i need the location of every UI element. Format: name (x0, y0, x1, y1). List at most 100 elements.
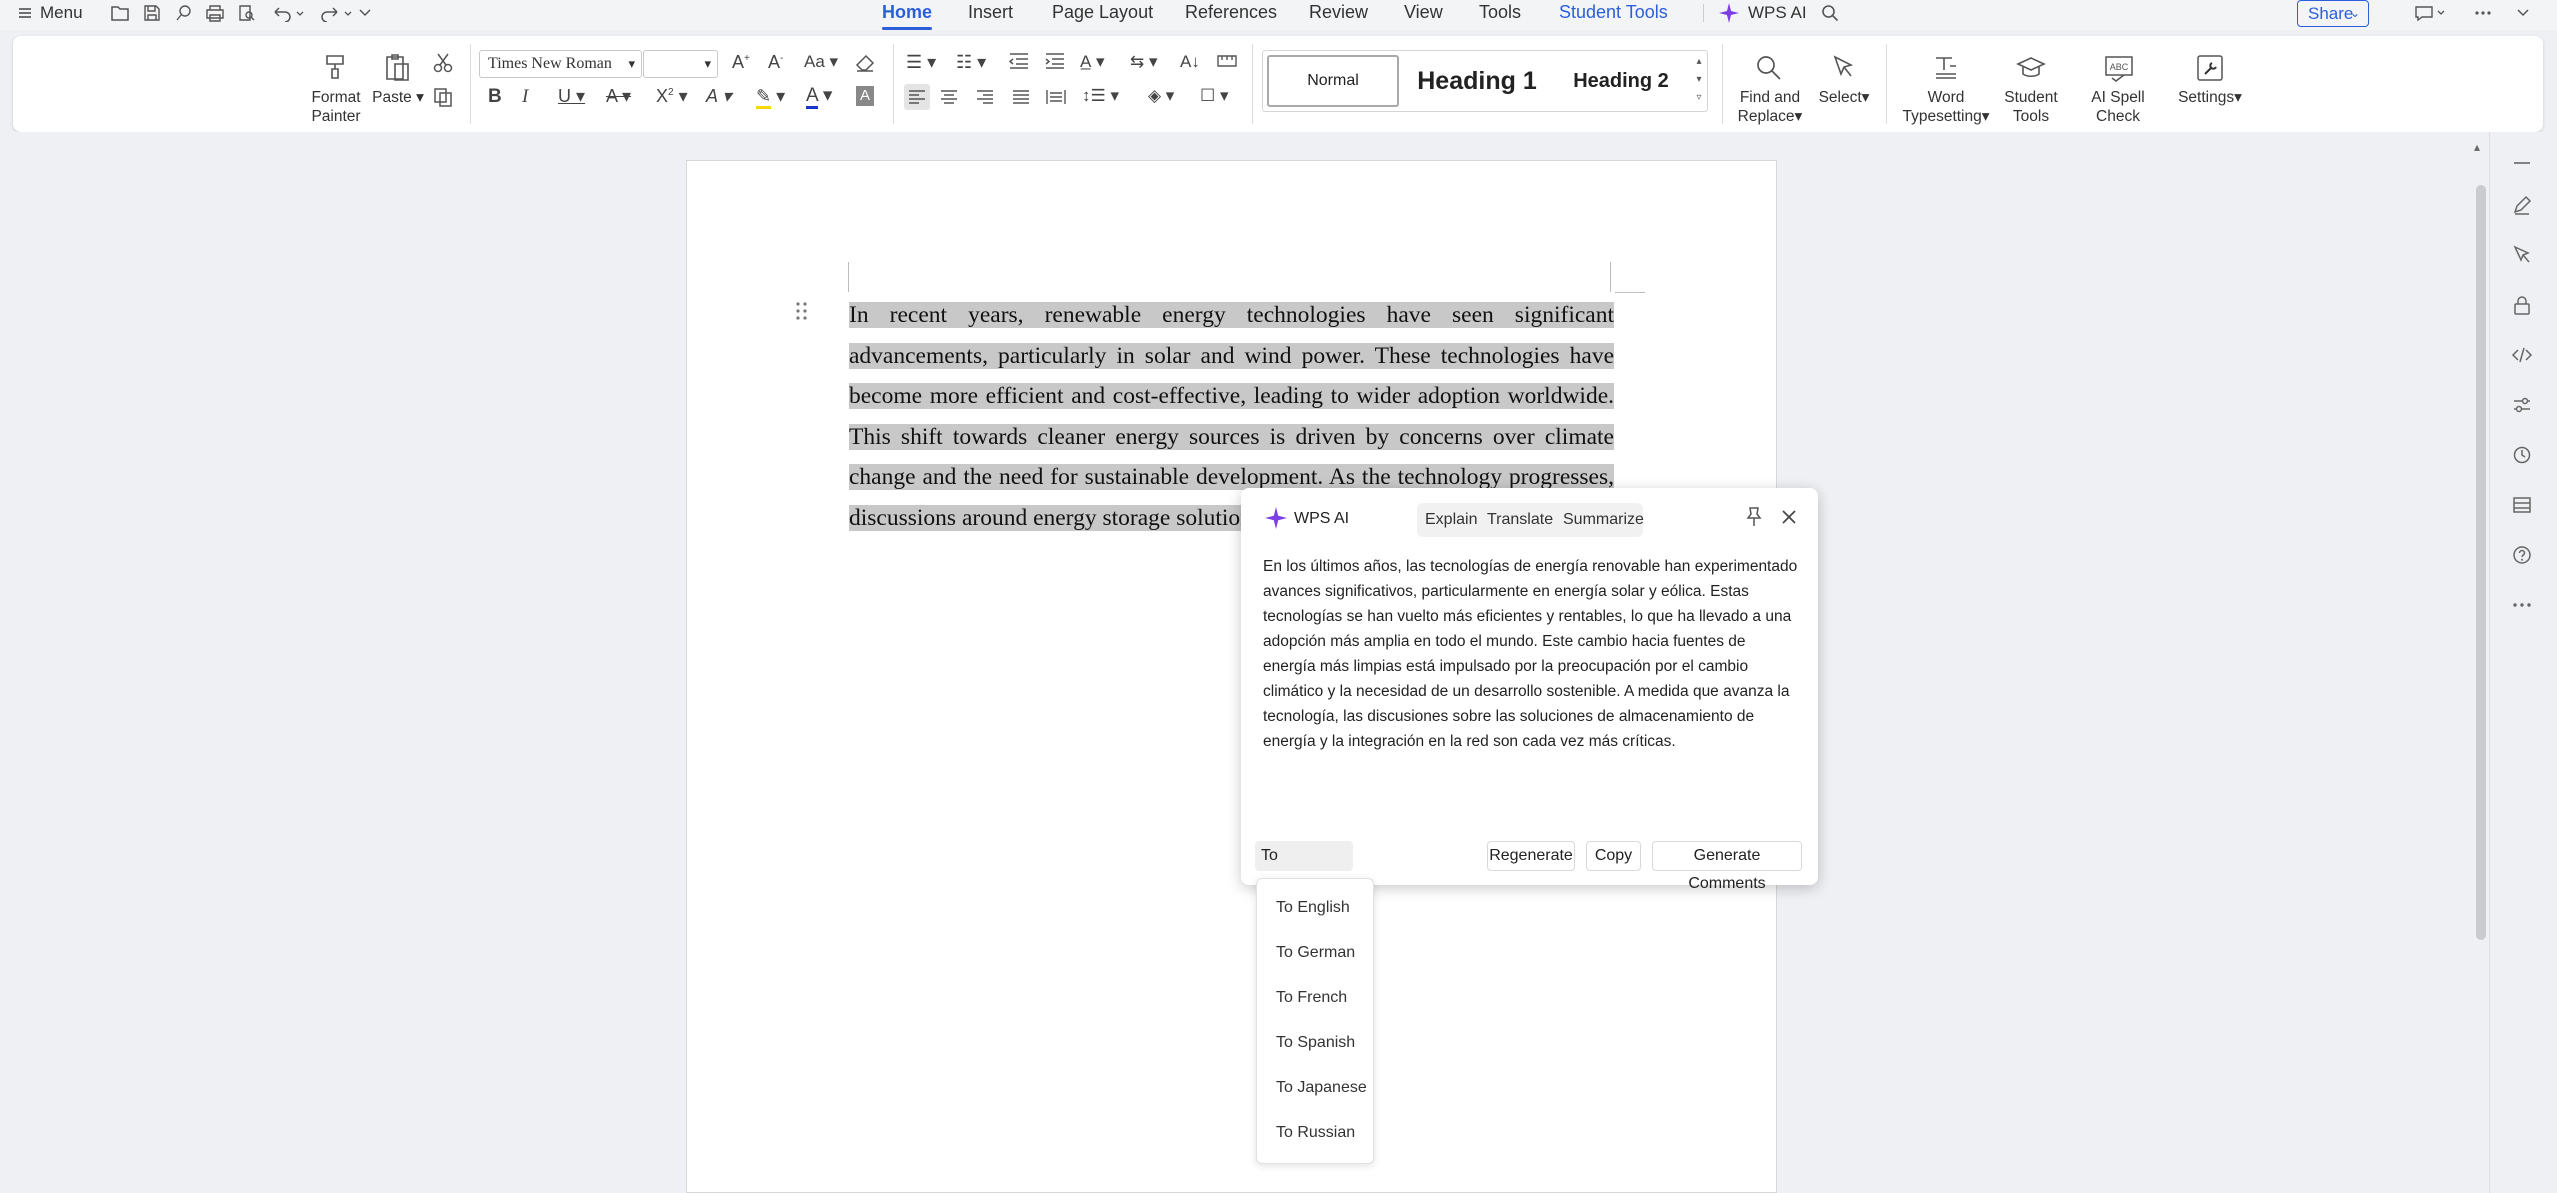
tab-tools[interactable]: Tools (1479, 0, 1521, 30)
collapse-panel-icon[interactable] (2507, 148, 2537, 178)
format-painter-icon (326, 55, 344, 79)
ai-spell-check-button[interactable]: ABC AI Spell Check (2068, 52, 2168, 125)
help-icon[interactable] (2507, 540, 2537, 570)
more-options-icon[interactable] (2468, 0, 2498, 26)
history-icon[interactable] (2507, 440, 2537, 470)
lock-icon[interactable] (2507, 290, 2537, 320)
find-replace-button[interactable]: Find and Replace▾ (1735, 52, 1805, 128)
tab-translate[interactable]: Translate (1481, 505, 1559, 535)
language-option-japanese[interactable]: To Japanese (1276, 1074, 1367, 1102)
styles-scroll-icon[interactable]: ▴ ▾ ▿ (1693, 53, 1705, 107)
borders-icon[interactable]: ☐ ▾ (1200, 86, 1229, 106)
find-replace-label-1: Find and (1739, 89, 1801, 106)
sort-icon[interactable]: A↓ (1180, 52, 1200, 72)
justify-icon[interactable] (1012, 88, 1030, 106)
save-icon[interactable] (137, 0, 167, 26)
decrease-indent-icon[interactable] (1008, 52, 1030, 70)
tab-home[interactable]: Home (882, 0, 933, 30)
align-center-icon[interactable] (940, 88, 958, 106)
tab-insert[interactable]: Insert (968, 0, 1013, 30)
paste-button[interactable]: Paste ▾ (372, 52, 424, 108)
tab-references[interactable]: References (1185, 0, 1277, 30)
comment-icon[interactable] (2410, 0, 2450, 26)
close-icon[interactable] (1779, 507, 1799, 527)
font-name-select[interactable]: Times New Roman ▾ (479, 50, 642, 78)
font-size-select[interactable]: ▾ (643, 50, 718, 78)
language-option-english[interactable]: To English (1276, 894, 1350, 922)
style-normal[interactable]: Normal (1267, 55, 1399, 107)
settings-button[interactable]: Settings▾ (2170, 52, 2250, 108)
language-option-german[interactable]: To German (1276, 939, 1355, 967)
regenerate-button[interactable]: Regenerate (1487, 841, 1575, 871)
align-left-icon[interactable] (904, 84, 930, 110)
print-icon[interactable] (200, 0, 230, 26)
line-spacing-icon[interactable]: ↕☰ ▾ (1082, 86, 1119, 106)
superscript-icon[interactable]: X2 ▾ (656, 86, 688, 107)
decrease-font-size-icon[interactable]: A- (768, 52, 783, 73)
style-heading-1[interactable]: Heading 1 (1409, 55, 1545, 107)
format-painter-button[interactable]: Format Painter (306, 52, 366, 128)
language-option-french[interactable]: To French (1276, 984, 1347, 1012)
tab-review[interactable]: Review (1309, 0, 1368, 30)
line-spacing-sort-icon[interactable]: ⇆ ▾ (1130, 52, 1158, 72)
styles-gallery: Normal Heading 1 Heading 2 ▴ ▾ ▿ (1262, 50, 1708, 112)
generate-comments-button[interactable]: Generate Comments (1652, 841, 1802, 892)
numbering-icon[interactable]: ☷ ▾ (956, 52, 986, 73)
minimize-ribbon-icon[interactable] (2508, 0, 2538, 26)
cut-icon[interactable] (432, 52, 454, 74)
select-button[interactable]: Select▾ (1813, 52, 1875, 108)
increase-font-size-icon[interactable]: A+ (732, 52, 750, 73)
bold-icon[interactable]: B (488, 86, 502, 108)
code-icon[interactable] (2507, 340, 2537, 370)
italic-icon[interactable]: I (522, 86, 528, 108)
text-effects-icon[interactable]: A ▾ (706, 86, 731, 107)
strikethrough-icon[interactable]: A ▾ (606, 86, 631, 107)
share-button[interactable]: Share ⌄ (2297, 0, 2369, 27)
scroll-up-icon[interactable]: ▴ (2474, 140, 2480, 154)
tab-student-tools[interactable]: Student Tools (1559, 0, 1668, 30)
select-pointer-icon[interactable] (2507, 240, 2537, 270)
more-icon[interactable] (2507, 590, 2537, 620)
clear-formatting-icon[interactable] (854, 52, 876, 74)
wps-ai-panel-title: WPS AI (1294, 510, 1350, 527)
change-case-icon[interactable]: Aa ▾ (804, 52, 838, 72)
student-tools-button[interactable]: Student Tools (1996, 52, 2066, 128)
adjust-sliders-icon[interactable] (2507, 390, 2537, 420)
search-icon[interactable] (1815, 0, 1845, 26)
tab-explain[interactable]: Explain (1419, 505, 1483, 535)
title-menu-bar: Menu Home Insert Page Layout References … (0, 0, 2557, 30)
tab-page-layout[interactable]: Page Layout (1052, 0, 1153, 30)
show-hide-marks-icon[interactable] (1216, 52, 1238, 70)
font-color-icon[interactable]: A ▾ (806, 84, 832, 109)
print-preview-icon[interactable] (232, 0, 262, 26)
navigation-icon[interactable] (2507, 490, 2537, 520)
language-option-russian[interactable]: To Russian (1276, 1119, 1355, 1147)
text-direction-icon[interactable]: A̲ ▾ (1080, 52, 1105, 72)
tab-view[interactable]: View (1404, 0, 1443, 30)
undo-icon[interactable] (268, 0, 308, 26)
customize-quick-access-icon[interactable] (350, 0, 380, 26)
highlight-color-icon[interactable]: ✎ ▾ (756, 86, 785, 109)
language-option-spanish[interactable]: To Spanish (1276, 1029, 1355, 1057)
target-language-dropdown[interactable]: To Spanish▲ (1255, 841, 1353, 894)
copy-icon[interactable] (432, 86, 454, 108)
pin-icon[interactable] (1744, 506, 1764, 528)
tab-summarize[interactable]: Summarize (1557, 505, 1650, 535)
copy-button[interactable]: Copy (1586, 841, 1641, 871)
hamburger-menu-button[interactable]: Menu (18, 2, 83, 24)
character-shading-icon[interactable]: A (856, 86, 874, 106)
open-file-icon[interactable] (105, 0, 135, 26)
pen-edit-icon[interactable] (2507, 190, 2537, 220)
export-icon[interactable] (169, 0, 199, 26)
shading-icon[interactable]: ◈ ▾ (1148, 86, 1174, 106)
align-right-icon[interactable] (976, 88, 994, 106)
drag-handle-icon[interactable] (795, 301, 809, 321)
increase-indent-icon[interactable] (1044, 52, 1066, 70)
underline-icon[interactable]: U ▾ (558, 86, 585, 107)
distributed-icon[interactable] (1046, 88, 1066, 106)
scrollbar-thumb[interactable] (2476, 185, 2486, 940)
bullets-icon[interactable]: ☰ ▾ (906, 52, 936, 73)
wps-ai-button[interactable]: WPS AI (1718, 0, 1807, 26)
word-typesetting-button[interactable]: Word Typesetting▾ (1896, 52, 1996, 128)
style-heading-2[interactable]: Heading 2 (1553, 55, 1689, 107)
